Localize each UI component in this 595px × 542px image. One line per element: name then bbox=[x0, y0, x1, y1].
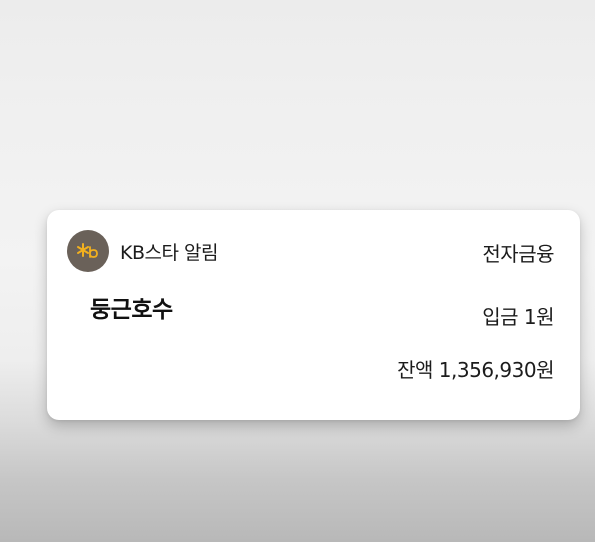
account-balance: 잔액 1,356,930원 bbox=[397, 358, 554, 382]
deposit-amount: 입금 1원 bbox=[482, 305, 554, 329]
notification-card[interactable]: KB스타 알림 전자금융 둥근호수 입금 1원 잔액 1,356,930원 bbox=[47, 210, 580, 420]
notification-category: 전자금융 bbox=[482, 242, 554, 266]
app-name: KB스타 알림 bbox=[120, 242, 218, 264]
sender-name: 둥근호수 bbox=[90, 297, 173, 323]
kb-star-logo-icon bbox=[67, 230, 109, 272]
kb-star-logo-graphic bbox=[77, 243, 98, 258]
